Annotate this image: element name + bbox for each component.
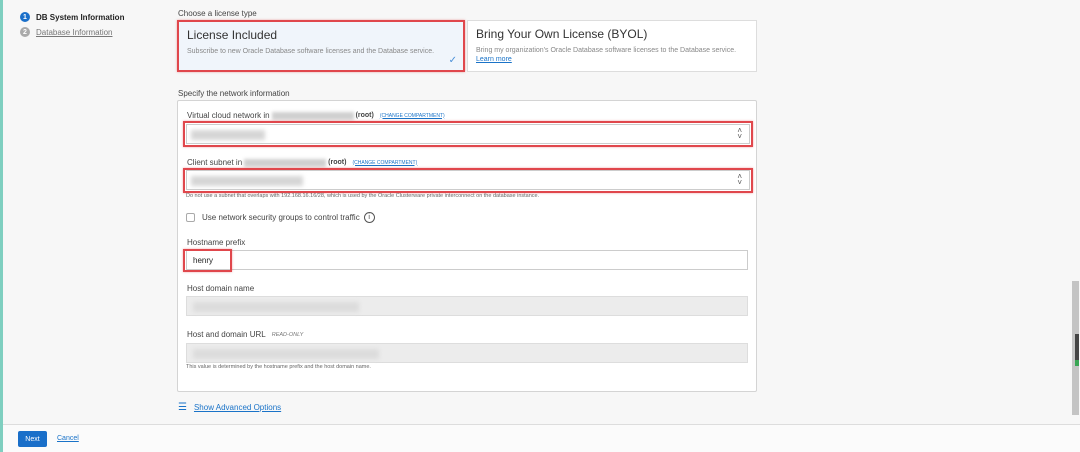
- step-number: 2: [20, 27, 30, 37]
- redacted-value: [193, 349, 379, 359]
- scrollbar-thumb[interactable]: [1075, 334, 1079, 366]
- network-heading: Specify the network information: [178, 89, 290, 98]
- redacted-value: [191, 130, 265, 140]
- root-label: (root): [355, 112, 374, 119]
- domain-label: Host domain name: [187, 284, 255, 293]
- subnet-help: Do not use a subnet that overlaps with 1…: [186, 193, 540, 199]
- hostname-label: Hostname prefix: [187, 238, 246, 247]
- card-desc: Subscribe to new Oracle Database softwar…: [187, 48, 435, 55]
- url-input: [186, 343, 748, 363]
- checkmark-icon: ✓: [448, 55, 457, 66]
- url-label-row: Host and domain URL READ-ONLY: [187, 330, 303, 339]
- footer: [3, 424, 1080, 452]
- left-accent-border: [0, 0, 3, 452]
- step-database-information[interactable]: 2 Database Information: [20, 27, 113, 37]
- subnet-label: Client subnet in: [187, 158, 243, 167]
- hostname-input[interactable]: henry: [186, 250, 748, 270]
- info-icon[interactable]: i: [363, 212, 375, 223]
- advanced-link[interactable]: Show Advanced Options: [194, 403, 281, 412]
- domain-input[interactable]: [186, 296, 748, 316]
- sliders-icon: ☰: [178, 402, 187, 413]
- redacted-value: [191, 176, 303, 186]
- nsg-row: Use network security groups to control t…: [186, 212, 375, 223]
- step-db-system-information[interactable]: 1 DB System Information: [20, 12, 124, 22]
- nsg-label: Use network security groups to control t…: [202, 213, 360, 222]
- root-label: (root): [328, 159, 347, 166]
- updown-chevron-icon: ˄ ˅: [737, 126, 742, 141]
- read-only-badge: READ-ONLY: [271, 331, 304, 338]
- byol-card[interactable]: Bring Your Own License (BYOL) Bring my o…: [467, 20, 757, 72]
- learn-more-link[interactable]: Learn more: [476, 56, 512, 63]
- card-title: License Included: [187, 28, 278, 42]
- subnet-change-compartment-link[interactable]: (CHANGE COMPARTMENT): [352, 160, 417, 166]
- subnet-select[interactable]: ˄ ˅: [186, 170, 750, 190]
- card-desc: Bring my organization's Oracle Database …: [476, 47, 737, 54]
- show-advanced-options[interactable]: ☰ Show Advanced Options: [178, 402, 281, 413]
- card-title: Bring Your Own License (BYOL): [476, 27, 648, 41]
- vcn-label-row: Virtual cloud network in (root) (CHANGE …: [187, 111, 445, 120]
- next-button[interactable]: Next: [18, 431, 47, 447]
- license-included-card[interactable]: License Included Subscribe to new Oracle…: [177, 20, 465, 72]
- url-help: This value is determined by the hostname…: [186, 364, 371, 370]
- hostname-highlight: [183, 249, 232, 272]
- vcn-change-compartment-link[interactable]: (CHANGE COMPARTMENT): [380, 113, 445, 119]
- step-label: DB System Information: [36, 12, 125, 22]
- redacted-compartment: [271, 111, 354, 120]
- redacted-compartment: [244, 158, 327, 167]
- nsg-checkbox[interactable]: [186, 213, 195, 222]
- updown-chevron-icon: ˄ ˅: [737, 172, 742, 187]
- cancel-link[interactable]: Cancel: [57, 435, 79, 442]
- step-number: 1: [20, 12, 30, 22]
- url-label: Host and domain URL: [187, 330, 266, 339]
- subnet-label-row: Client subnet in (root) (CHANGE COMPARTM…: [187, 158, 417, 167]
- step-label: Database Information: [36, 27, 113, 37]
- vcn-label: Virtual cloud network in: [187, 111, 270, 120]
- license-heading: Choose a license type: [178, 9, 257, 18]
- vcn-select[interactable]: ˄ ˅: [186, 124, 750, 144]
- redacted-value: [193, 302, 359, 312]
